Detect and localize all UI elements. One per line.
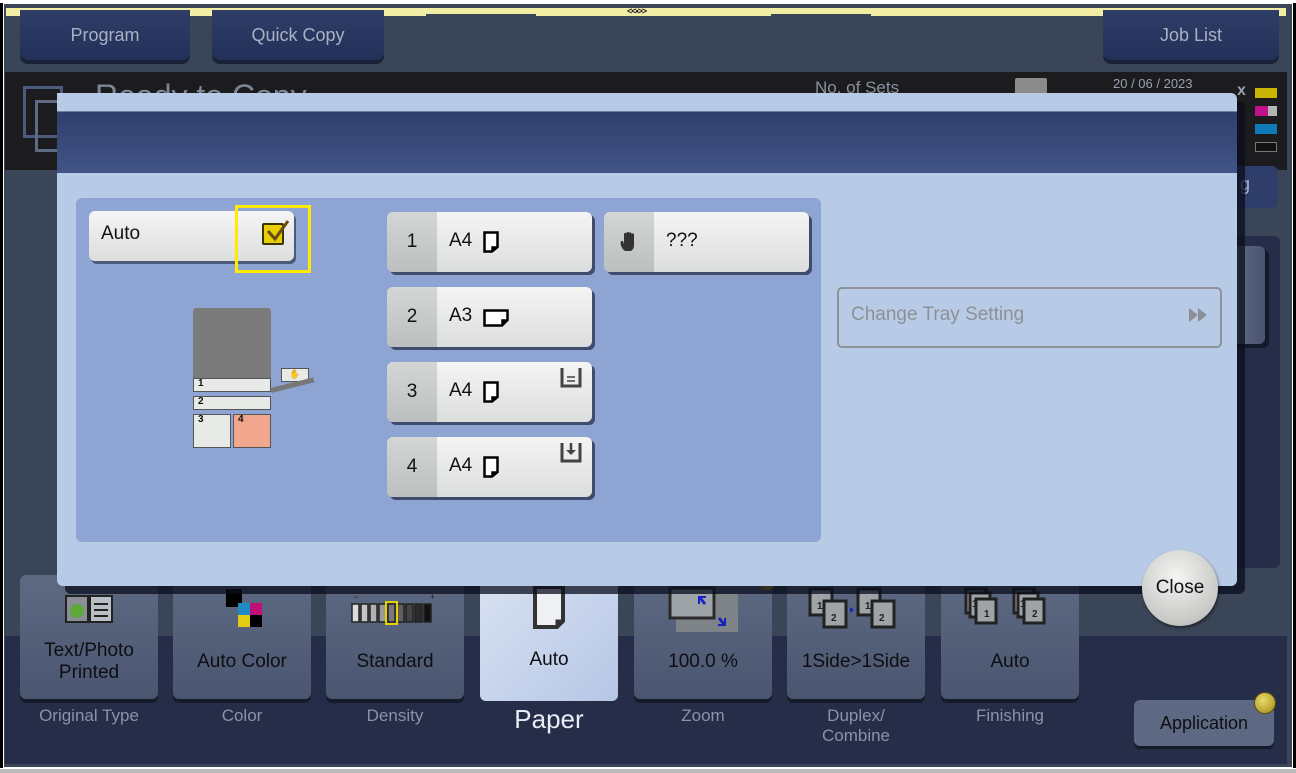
zoom-icon xyxy=(634,586,772,632)
original-type-line-2: Printed xyxy=(58,662,120,683)
paper-stack-icon xyxy=(560,366,582,393)
tab-original-type[interactable]: Text/Photo Printed xyxy=(20,575,158,699)
tray-size: A4 xyxy=(449,455,473,476)
tray-3-button[interactable]: 3 A4 xyxy=(387,362,592,422)
tab-color[interactable]: Auto Color xyxy=(173,575,311,699)
auto-selection-highlight xyxy=(235,205,311,273)
svg-text:2: 2 xyxy=(879,613,885,624)
job-list-button[interactable]: Job List xyxy=(1103,10,1279,60)
bypass-size: ??? xyxy=(666,230,698,251)
status-close-icon: x xyxy=(1237,82,1246,99)
screen-frame-bottom xyxy=(0,768,1296,773)
original-type-line-1: Text/Photo xyxy=(44,640,134,662)
machine-body-icon xyxy=(193,308,271,378)
svg-text:2: 2 xyxy=(831,613,837,624)
tray-2-button[interactable]: 2 A3 xyxy=(387,287,592,347)
tray-number: 2 xyxy=(387,287,437,347)
label-zoom: Zoom xyxy=(681,706,725,725)
tray-number: 3 xyxy=(387,362,437,422)
change-tray-setting-label: Change Tray Setting xyxy=(851,304,1025,325)
duplex-label-line-2: Combine xyxy=(821,726,891,746)
date-display: 20 / 06 / 2023 xyxy=(1113,76,1193,91)
svg-text:1: 1 xyxy=(817,601,823,612)
diagram-tray-4: 4 xyxy=(233,414,271,448)
diagram-tray-2: 2 xyxy=(193,396,271,410)
auto-label: Auto xyxy=(101,223,141,244)
tray-size: A3 xyxy=(449,305,473,326)
zoom-value: 100.0 % xyxy=(668,651,738,673)
landscape-paper-icon xyxy=(483,309,509,332)
quick-copy-button[interactable]: Quick Copy xyxy=(212,10,384,60)
tray-size: A4 xyxy=(449,230,473,251)
duplex-icon: 1 2 1 2 xyxy=(787,587,925,629)
tab-zoom[interactable]: 100.0 % xyxy=(634,575,772,699)
density-scale-icon: − + xyxy=(326,589,464,629)
portrait-paper-icon xyxy=(483,231,499,258)
svg-text:1: 1 xyxy=(865,601,871,612)
drag-handle-icon[interactable]: <<•>> xyxy=(627,6,647,16)
portrait-paper-icon xyxy=(483,381,499,408)
tray-number: 1 xyxy=(387,212,437,272)
svg-text:1: 1 xyxy=(984,609,990,620)
color-value: Auto Color xyxy=(197,651,287,673)
machine-tray-diagram: 1 2 3 4 ✋ xyxy=(193,308,323,458)
label-original-type: Original Type xyxy=(39,706,139,725)
change-tray-setting-button[interactable]: Change Tray Setting xyxy=(837,287,1222,348)
svg-text:+: + xyxy=(430,592,435,602)
hand-icon xyxy=(604,212,654,272)
toner-cyan-icon xyxy=(1255,124,1277,134)
finishing-value: Auto xyxy=(990,651,1030,673)
toner-black-icon xyxy=(1255,142,1277,152)
close-button[interactable]: Close xyxy=(1142,550,1218,626)
label-color: Color xyxy=(221,706,263,725)
strip-notch-left xyxy=(426,14,536,18)
diagram-tray-3: 3 xyxy=(193,414,231,448)
tray-1-button[interactable]: 1 A4 xyxy=(387,212,592,272)
tab-density[interactable]: − + Standard xyxy=(326,575,464,699)
finishing-icon: 1 1 1 2 xyxy=(941,587,1079,629)
program-button[interactable]: Program xyxy=(20,10,190,60)
tab-finishing[interactable]: 1 1 1 2 Auto xyxy=(941,575,1079,699)
label-density: Density xyxy=(366,706,424,725)
tray-load-icon xyxy=(560,441,582,468)
dialog-header xyxy=(57,111,1237,173)
portrait-paper-icon xyxy=(483,456,499,483)
diagram-tray-1: 1 xyxy=(193,378,271,392)
paper-icon xyxy=(480,585,618,629)
density-value: Standard xyxy=(356,651,434,673)
toner-yellow-icon xyxy=(1255,88,1277,98)
tray-size: A4 xyxy=(449,380,473,401)
duplex-value: 1Side>1Side xyxy=(801,651,911,673)
label-paper: Paper xyxy=(514,704,584,734)
fast-forward-icon xyxy=(1188,307,1210,329)
tray-4-button[interactable]: 4 A4 xyxy=(387,437,592,497)
application-button[interactable]: Application xyxy=(1134,700,1274,746)
svg-text:−: − xyxy=(353,592,358,602)
original-type-value: Text/Photo Printed xyxy=(20,635,158,689)
label-finishing: Finishing xyxy=(975,706,1045,725)
tab-paper[interactable]: Auto xyxy=(480,573,618,701)
color-icon xyxy=(173,589,311,629)
original-type-icon xyxy=(20,589,158,629)
paper-value: Auto xyxy=(529,649,569,671)
tab-duplex-combine[interactable]: 1 2 1 2 1Side>1Side xyxy=(787,575,925,699)
toner-magenta-icon xyxy=(1255,106,1277,116)
strip-notch-right xyxy=(771,14,871,18)
application-indicator-led xyxy=(1254,692,1276,714)
label-duplex-combine: Duplex/Combine xyxy=(781,706,931,747)
svg-text:2: 2 xyxy=(1032,609,1038,620)
tray-number: 4 xyxy=(387,437,437,497)
duplex-label-line-1: Duplex/ xyxy=(827,706,885,725)
bypass-tray-button[interactable]: ??? xyxy=(604,212,809,272)
